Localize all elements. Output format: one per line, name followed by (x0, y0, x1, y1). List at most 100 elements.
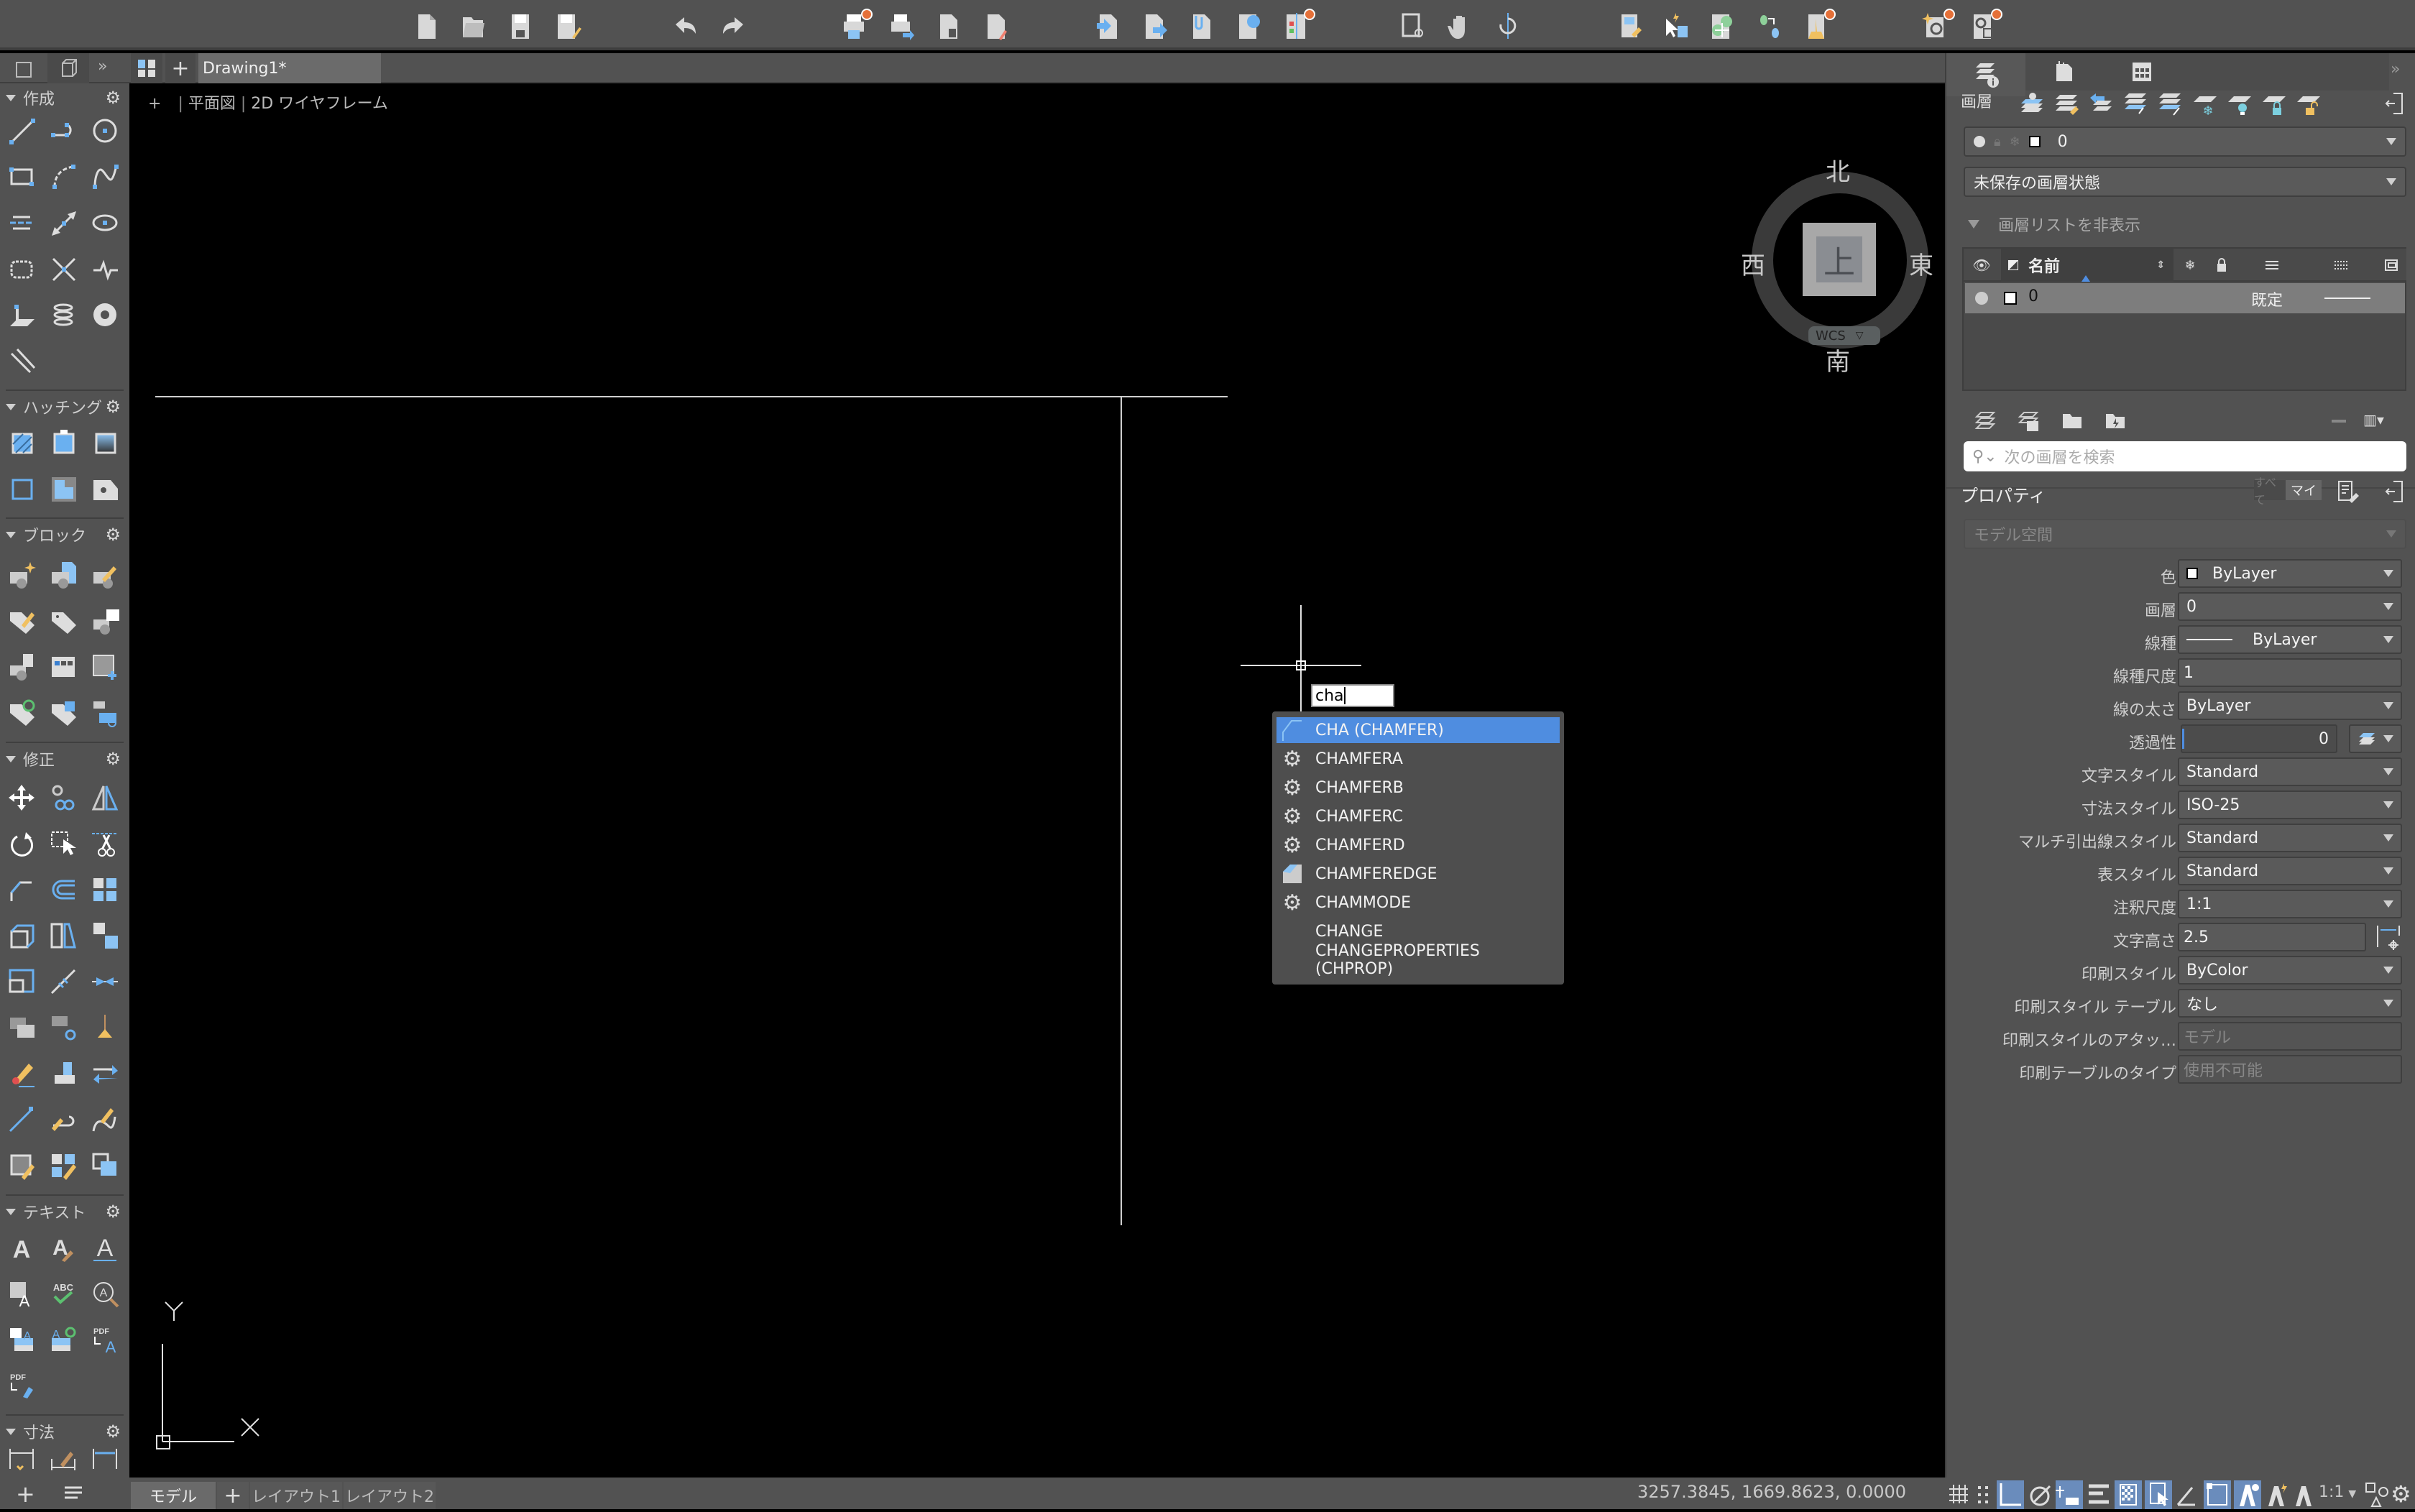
linetype-scale-input[interactable]: 1 (2178, 658, 2402, 687)
page-setup-icon[interactable] (933, 10, 965, 42)
suggestion-item[interactable]: CHANGEPROPERTIES (CHPROP) (1276, 942, 1560, 978)
spline-tool-icon[interactable] (88, 160, 124, 195)
publish-icon[interactable] (980, 10, 1012, 42)
section-header-dimension[interactable]: 寸法 ⚙ (6, 1417, 124, 1446)
copy-nested-icon[interactable] (46, 1010, 82, 1046)
section-header-text[interactable]: テキスト ⚙ (6, 1197, 124, 1226)
scale-tool-icon[interactable] (4, 964, 40, 1000)
filter-all-button[interactable]: すべて (2254, 476, 2286, 507)
viewcube-west[interactable]: 西 (1741, 246, 1765, 281)
new-file-icon[interactable] (411, 10, 443, 42)
viewcube-east[interactable]: 東 (1909, 246, 1933, 281)
slider-thumb[interactable] (2182, 729, 2184, 749)
align-tool-icon[interactable] (46, 918, 82, 954)
find-text-icon[interactable]: A (88, 1276, 124, 1312)
array-tool-icon[interactable] (88, 872, 124, 908)
text-height-input[interactable]: 2.5 (2178, 923, 2366, 951)
layer-unlock-icon[interactable] (2294, 91, 2323, 116)
isodraft-toggle[interactable] (2056, 1480, 2083, 1509)
hatch-tool-icon[interactable] (4, 425, 40, 461)
line-tool-icon[interactable] (4, 114, 40, 149)
new-layer-icon[interactable] (2018, 91, 2047, 116)
overkill-icon[interactable] (88, 1010, 124, 1046)
grid-icon[interactable] (1948, 1483, 1969, 1505)
copy-tool-icon[interactable] (46, 780, 82, 816)
expand-panel-chevron-icon[interactable]: » (98, 57, 107, 75)
attribute-display-icon[interactable] (46, 696, 82, 732)
base-point-icon[interactable] (88, 650, 124, 686)
stretch-tool-icon[interactable] (46, 826, 82, 862)
save-as-icon[interactable] (552, 10, 584, 42)
trim-tool-icon[interactable] (88, 826, 124, 862)
insert-block-icon[interactable] (46, 558, 82, 594)
transparency-toggle[interactable] (2115, 1480, 2142, 1509)
dynamic-input-toggle[interactable] (2204, 1480, 2231, 1509)
ellipse-tool-icon[interactable] (88, 206, 124, 241)
ortho-toggle[interactable] (1997, 1480, 2024, 1509)
ucs-menu-button[interactable]: WCS ▽ (1808, 326, 1880, 345)
layer-walk-icon[interactable] (1754, 10, 1785, 42)
write-block-icon[interactable] (4, 650, 40, 686)
layer-off-icon[interactable] (2225, 91, 2254, 116)
tab-external-references[interactable] (2025, 53, 2103, 91)
export-icon[interactable] (1138, 10, 1170, 42)
centerline-tool-icon[interactable] (4, 206, 40, 241)
revcloud-tool-icon[interactable] (4, 252, 40, 287)
lineweight-icon[interactable] (2086, 1482, 2112, 1508)
layer-row[interactable]: 0 既定 (1965, 283, 2405, 313)
move-tool-icon[interactable] (4, 780, 40, 816)
layer-freeze-icon[interactable]: ❄ (2191, 91, 2220, 119)
palette-options-icon[interactable] (62, 1485, 85, 1502)
add-layout-button[interactable]: + (217, 1482, 249, 1509)
rectangle-tool-icon[interactable] (4, 160, 40, 195)
layer-color-swatch[interactable] (2004, 292, 2017, 305)
column-freeze-icon[interactable]: ❄ (2175, 249, 2205, 282)
layer-on-icon[interactable] (1975, 292, 1988, 305)
dynamic-ucs-icon[interactable] (2175, 1482, 2201, 1508)
plot-icon[interactable] (838, 9, 873, 42)
annotation-scale-select[interactable]: 1:1 ▼ (2319, 1483, 2356, 1501)
suggestion-item[interactable]: CHANGE (1276, 918, 1560, 944)
edit-polyline-icon[interactable] (46, 1102, 82, 1138)
linear-dimension-icon[interactable] (88, 1449, 124, 1470)
drawing-recovery-icon[interactable] (1968, 9, 2002, 42)
2d-workspace-icon[interactable] (4, 56, 45, 82)
snap-icon[interactable] (1975, 1483, 1997, 1505)
suggestion-item[interactable]: ⚙ CHAMFERD (1276, 832, 1560, 858)
tab-block-palette[interactable] (2103, 53, 2181, 91)
customization-gear-icon[interactable]: ⚙ (2391, 1480, 2411, 1508)
lengthen-tool-icon[interactable] (4, 1102, 40, 1138)
viewcube-south[interactable]: 南 (1826, 342, 1850, 377)
mtext-tool-icon[interactable]: A (4, 1230, 40, 1266)
workspace-switch-icon[interactable] (2365, 1482, 2389, 1508)
set-base-icon[interactable] (46, 1056, 82, 1092)
toggle-layer-list[interactable]: 画層リストを非表示 (1968, 213, 2140, 236)
pdf-text-import-icon[interactable]: PDF A (88, 1322, 124, 1358)
extrude-tool-icon[interactable] (4, 918, 40, 954)
undock-panel-icon[interactable] (2385, 480, 2406, 504)
filter-mine-button[interactable]: マイ (2286, 480, 2322, 500)
multiline-tool-icon[interactable] (4, 344, 40, 379)
text-align-icon[interactable]: A (4, 1276, 40, 1312)
layer-isolate-icon[interactable] (2122, 91, 2150, 116)
set-current-layer-icon[interactable] (2053, 91, 2082, 116)
viewcube-north[interactable]: 北 (1826, 152, 1850, 188)
text-style-tool-icon[interactable]: A (46, 1230, 82, 1266)
section-header-block[interactable]: ブロック ⚙ (6, 520, 124, 549)
rotate-tool-icon[interactable] (4, 826, 40, 862)
layer-unisolate-icon[interactable] (2156, 91, 2185, 116)
undock-panel-icon[interactable] (2385, 91, 2406, 116)
offset-tool-icon[interactable] (46, 872, 82, 908)
edit-hatch-icon[interactable] (4, 1148, 40, 1184)
layer-properties-manager-icon[interactable] (2017, 408, 2041, 435)
tab-layout1[interactable]: レイアウト1 (250, 1482, 342, 1509)
table-style-dropdown[interactable]: Standard (2178, 857, 2402, 885)
convert-tool-icon[interactable] (88, 918, 124, 954)
boundary-tool-icon[interactable] (4, 471, 40, 507)
dimension-style-icon[interactable] (46, 1449, 82, 1470)
tab-overview-icon[interactable] (131, 53, 162, 83)
pick-text-height-icon[interactable] (2375, 923, 2402, 951)
quick-dimension-icon[interactable] (4, 1449, 40, 1470)
compare-icon[interactable] (1281, 9, 1315, 42)
spell-check-icon[interactable]: ABC (46, 1276, 82, 1312)
